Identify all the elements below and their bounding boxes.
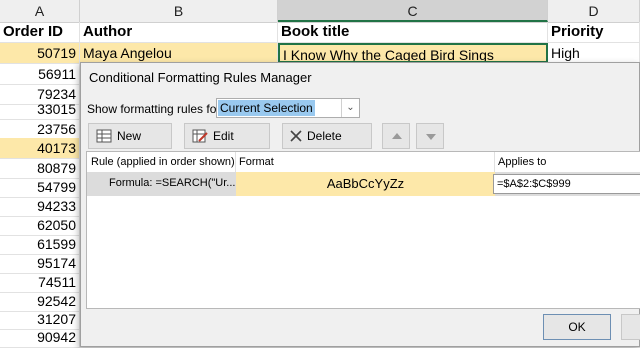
conditional-formatting-dialog: Conditional Formatting Rules Manager Sho… — [80, 62, 640, 347]
order-id-cell[interactable]: 23756 — [0, 119, 80, 139]
column-header-a[interactable]: A — [0, 0, 80, 22]
order-id-cell[interactable]: 33015 — [0, 99, 80, 119]
order-id-cell[interactable]: 95174 — [0, 253, 80, 273]
cancel-button[interactable] — [621, 314, 640, 340]
column-header-b[interactable]: B — [80, 0, 278, 22]
ok-button[interactable]: OK — [543, 314, 611, 340]
table-row: 50719 Maya Angelou I Know Why the Caged … — [0, 43, 640, 64]
column-divider — [494, 152, 495, 172]
order-id-cell[interactable]: 56911 — [0, 64, 80, 84]
rules-toolbar: New Rule... Edit Rule... Delete Rule — [86, 123, 640, 167]
applies-column-header: Applies to — [498, 156, 547, 168]
close-icon — [290, 130, 302, 142]
applies-to-field[interactable]: =$A$2:$C$999 — [493, 174, 640, 194]
rule-row[interactable]: Formula: =SEARCH("Ur... AaBbCcYyZz =$A$2… — [87, 172, 640, 196]
column-header-row: A B C D — [0, 0, 640, 23]
column-header-d[interactable]: D — [548, 0, 640, 22]
order-id-cell[interactable]: 74511 — [0, 272, 80, 292]
format-preview: AaBbCcYyZz — [236, 172, 495, 196]
order-id-cell[interactable]: 90942 — [0, 327, 80, 347]
rules-list: Rule (applied in order shown) Format App… — [86, 151, 640, 309]
order-id-cell[interactable]: 31207 — [0, 309, 80, 329]
order-id-cell[interactable]: 40173 — [0, 138, 80, 158]
new-rule-icon — [96, 129, 112, 143]
new-rule-button[interactable]: New Rule... — [88, 123, 172, 167]
show-rules-select[interactable]: Current Selection ⌄ — [216, 98, 360, 118]
arrow-down-icon — [426, 134, 436, 140]
dialog-title: Conditional Formatting Rules Manager — [89, 70, 312, 85]
header-order-id[interactable]: Order ID — [0, 22, 80, 42]
chevron-down-icon[interactable]: ⌄ — [341, 99, 359, 117]
rules-list-header: Rule (applied in order shown) Format App… — [87, 152, 640, 172]
order-id-cell[interactable]: 62050 — [0, 215, 80, 235]
column-divider — [235, 152, 236, 172]
show-rules-value: Current Selection — [218, 100, 315, 116]
order-id-cell[interactable]: 50719 — [0, 43, 80, 63]
move-down-button[interactable] — [416, 123, 444, 149]
order-id-cell[interactable]: 92542 — [0, 291, 80, 311]
move-up-button[interactable] — [382, 123, 410, 149]
header-row: Order ID Author Book title Priority — [0, 22, 640, 43]
format-column-header: Format — [239, 156, 274, 168]
arrow-up-icon — [392, 133, 402, 139]
rule-formula: Formula: =SEARCH("Ur... — [109, 177, 236, 189]
author-cell[interactable]: Maya Angelou — [80, 43, 278, 63]
order-id-cell[interactable]: 94233 — [0, 196, 80, 216]
edit-rule-icon — [192, 129, 208, 143]
order-id-cell[interactable]: 80879 — [0, 158, 80, 178]
book-title-cell[interactable]: I Know Why the Caged Bird Sings — [278, 43, 548, 63]
header-author[interactable]: Author — [80, 22, 278, 42]
rule-column-header: Rule (applied in order shown) — [91, 156, 235, 168]
priority-cell[interactable]: High — [548, 43, 640, 63]
order-id-cell[interactable]: 61599 — [0, 234, 80, 254]
order-id-cell[interactable]: 54799 — [0, 177, 80, 197]
header-priority[interactable]: Priority — [548, 22, 640, 42]
header-book-title[interactable]: Book title — [278, 22, 548, 42]
edit-rule-button[interactable]: Edit Rule... — [184, 123, 270, 167]
show-rules-label: Show formatting rules for: — [87, 102, 224, 116]
delete-rule-button[interactable]: Delete Rule — [282, 123, 372, 167]
column-header-c[interactable]: C — [278, 0, 548, 22]
